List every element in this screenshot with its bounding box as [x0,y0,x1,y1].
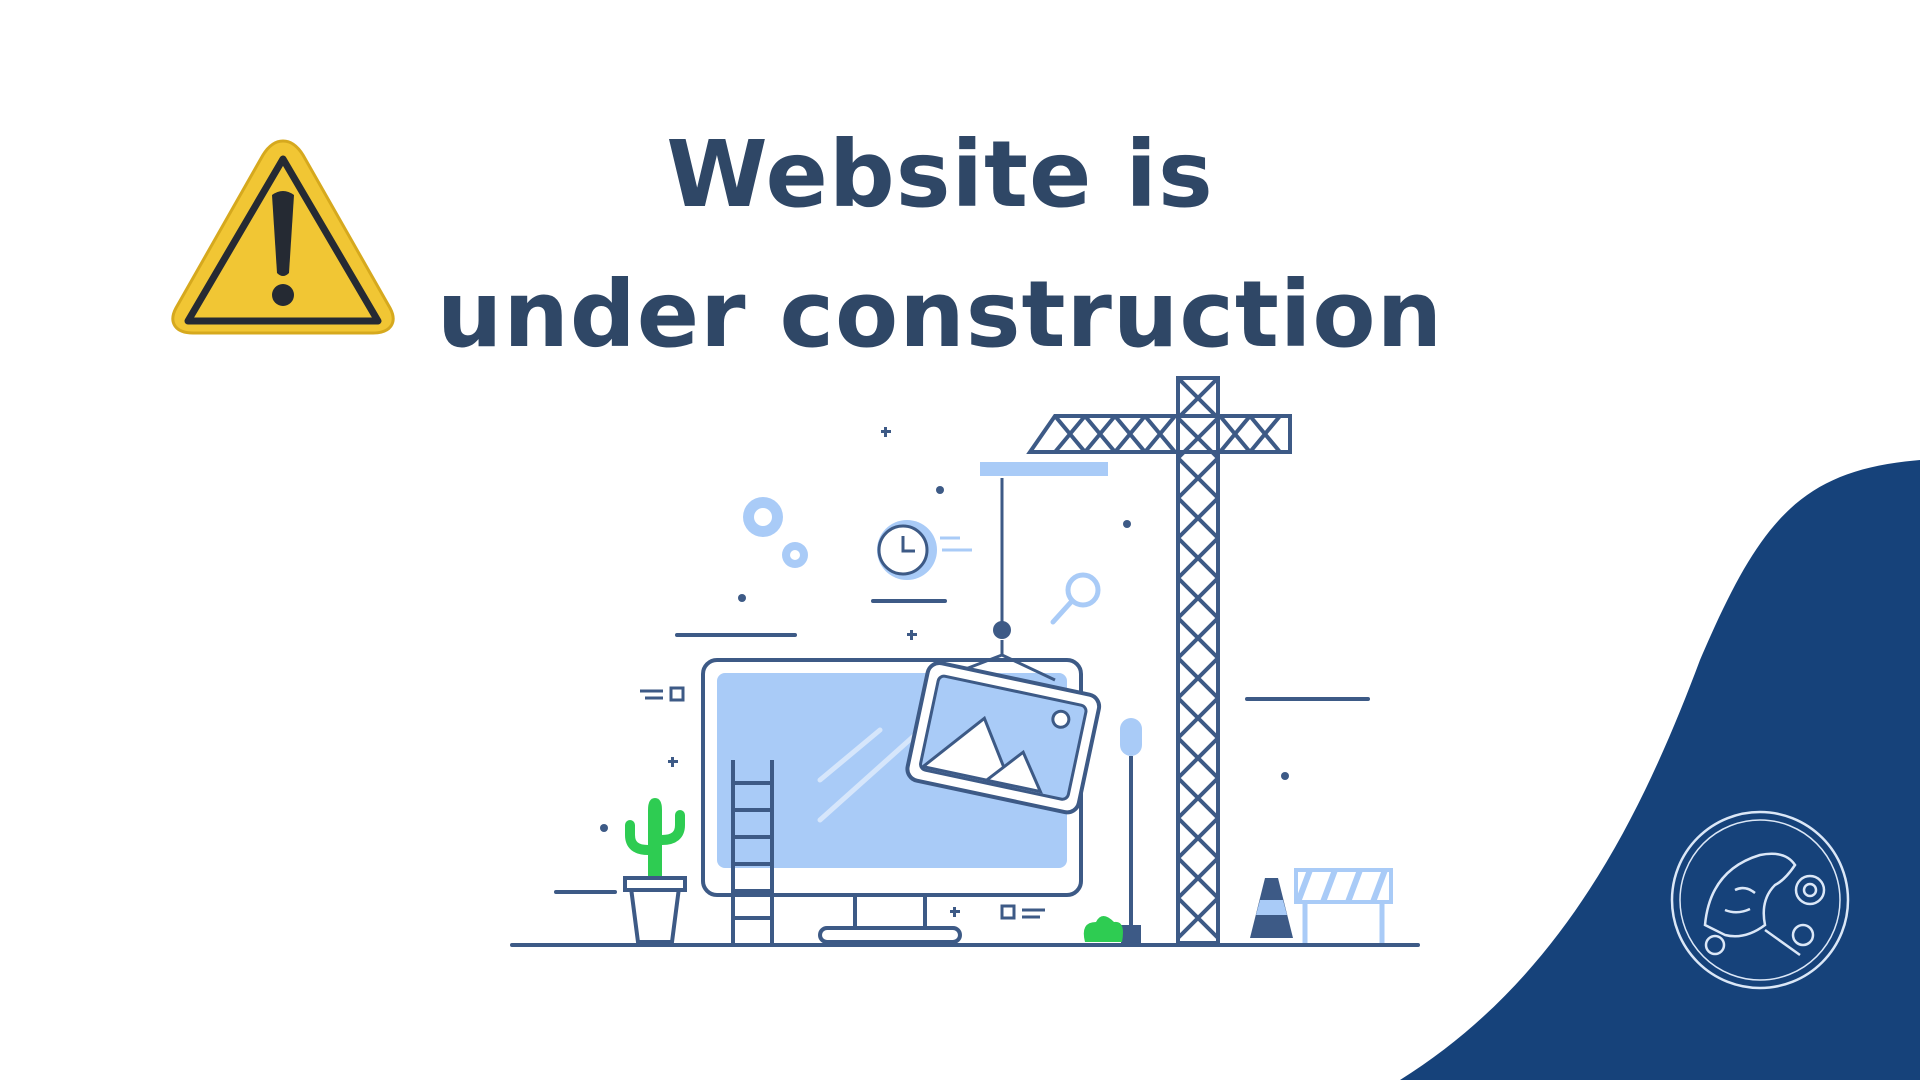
hanging-picture-icon [905,478,1102,815]
clock-icon [877,520,972,580]
bush-icon [1083,916,1123,942]
road-barrier-icon [1294,868,1393,943]
page-title: Website is under construction [380,105,1500,385]
construction-illustration [510,376,1420,947]
cactus-plant-icon [623,798,687,944]
warning-triangle-icon [171,139,395,335]
traffic-cone-icon [1250,878,1293,938]
title-line-1: Website is [666,121,1214,228]
gears-icon [743,497,808,568]
magnifier-icon [1050,572,1101,625]
title-line-2: under construction [436,261,1444,368]
panther-gear-emblem [1670,810,1850,990]
lamp-post [1120,718,1142,943]
